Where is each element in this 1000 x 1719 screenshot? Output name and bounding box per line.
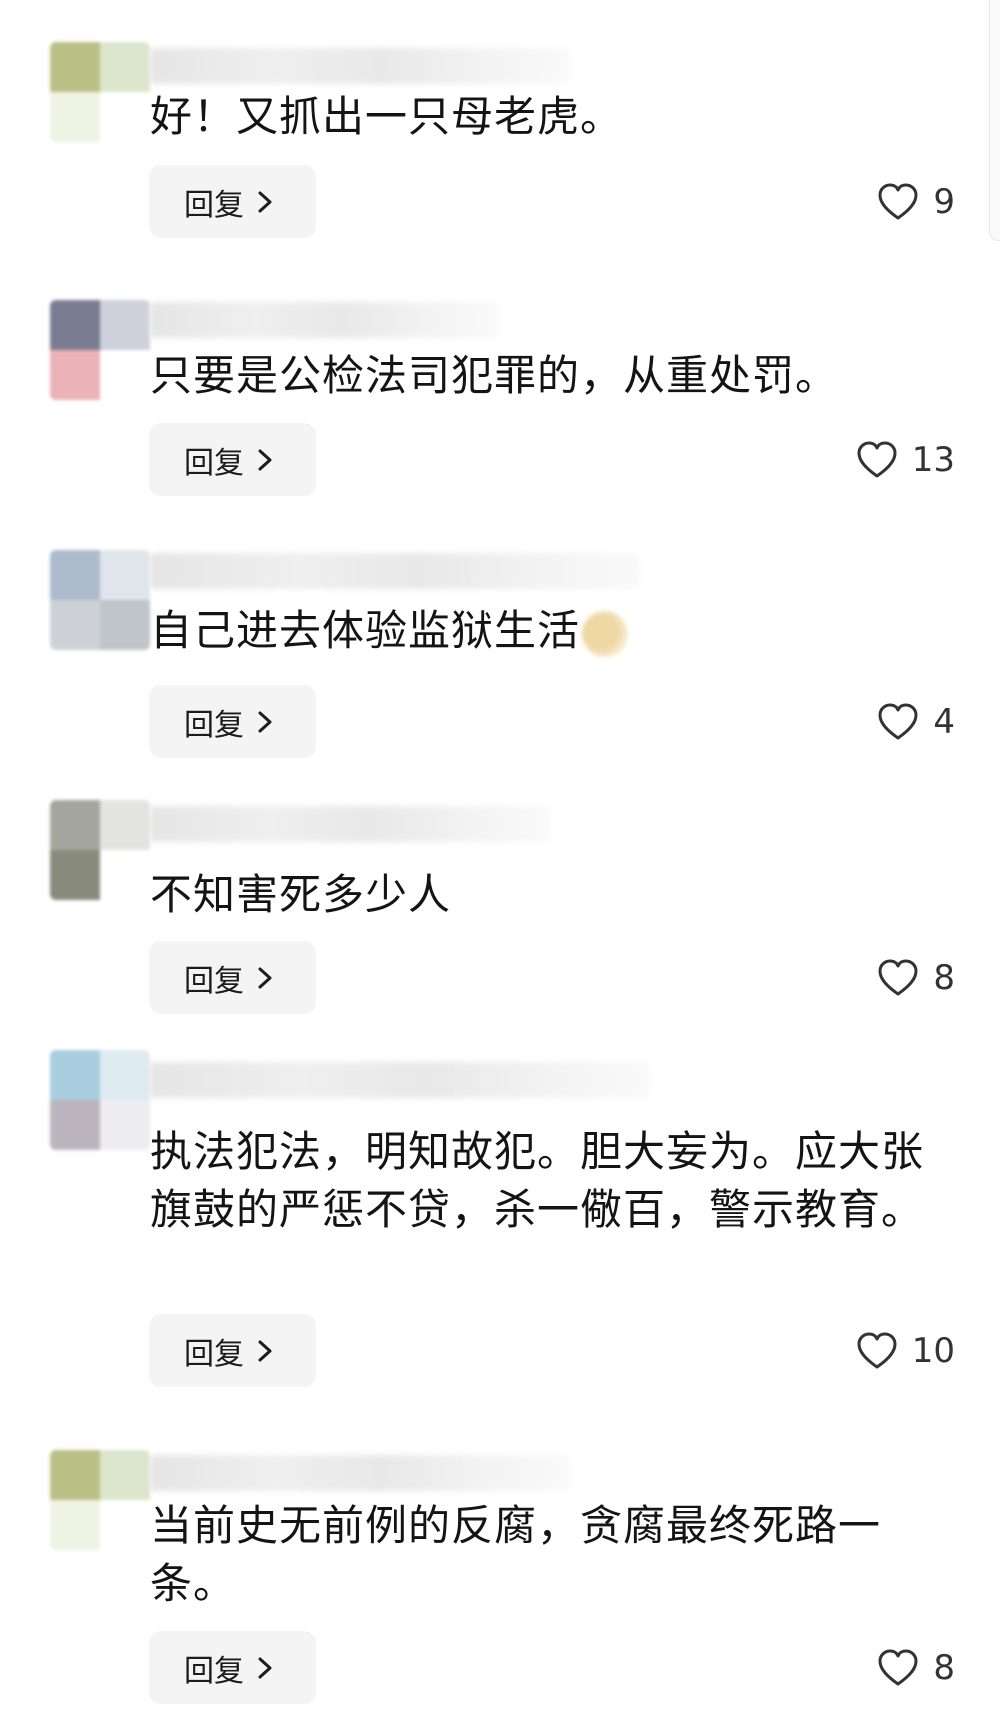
comment-text: 不知害死多少人 — [150, 870, 452, 919]
chevron-right-icon — [258, 191, 272, 212]
reply-button[interactable]: 回复 — [149, 685, 316, 758]
reply-label: 回复 — [184, 963, 244, 999]
like-button[interactable]: 8 — [877, 941, 955, 1014]
reply-label: 回复 — [184, 445, 244, 481]
avatar[interactable] — [50, 1050, 150, 1150]
chevron-right-icon — [258, 1657, 272, 1678]
chevron-right-icon — [258, 967, 272, 988]
username-blurred[interactable] — [150, 1455, 570, 1491]
heart-icon — [878, 703, 918, 739]
comment-text: 只要是公检法司犯罪的，从重处罚。 — [150, 351, 839, 400]
username-blurred[interactable] — [150, 553, 640, 589]
like-count: 13 — [911, 439, 955, 480]
comment-text: 执法犯法，明知故犯。胆大妄为。应大张旗鼓的严惩不贷，杀一儆百，警示教育。 — [150, 1127, 925, 1234]
like-button[interactable]: 8 — [877, 1631, 955, 1704]
reply-button[interactable]: 回复 — [149, 165, 316, 238]
reply-button[interactable]: 回复 — [149, 1314, 316, 1387]
reply-button[interactable]: 回复 — [149, 1631, 316, 1704]
comment-text: 自己进去体验监狱生活 — [150, 602, 930, 660]
username-blurred[interactable] — [150, 1062, 650, 1098]
username-blurred[interactable] — [150, 302, 500, 338]
username-blurred[interactable] — [150, 806, 550, 842]
like-count: 8 — [933, 1647, 955, 1688]
emoji-blurred — [582, 610, 629, 657]
reply-label: 回复 — [184, 187, 244, 223]
heart-icon — [878, 183, 918, 219]
like-count: 10 — [911, 1330, 955, 1371]
reply-label: 回复 — [184, 1653, 244, 1689]
reply-button[interactable]: 回复 — [149, 423, 316, 496]
comment-text-body: 自己进去体验监狱生活 — [150, 606, 581, 655]
chevron-right-icon — [258, 449, 272, 470]
like-button[interactable]: 10 — [856, 1314, 955, 1387]
like-button[interactable]: 9 — [877, 165, 955, 238]
reply-button[interactable]: 回复 — [149, 941, 316, 1014]
reply-label: 回复 — [184, 1336, 244, 1372]
avatar[interactable] — [50, 550, 150, 650]
scrollbar[interactable] — [989, 0, 1000, 241]
avatar[interactable] — [50, 42, 150, 142]
avatar[interactable] — [50, 300, 150, 400]
like-button[interactable]: 4 — [877, 685, 955, 758]
like-count: 4 — [933, 701, 955, 742]
username-blurred[interactable] — [150, 48, 570, 84]
heart-icon — [857, 1332, 897, 1368]
like-count: 9 — [933, 181, 955, 222]
comment-text: 好！又抓出一只母老虎。 — [150, 92, 624, 141]
avatar[interactable] — [50, 1450, 150, 1550]
heart-icon — [878, 959, 918, 995]
avatar[interactable] — [50, 800, 150, 900]
comment-text: 当前史无前例的反腐，贪腐最终死路一条。 — [150, 1501, 882, 1608]
chevron-right-icon — [258, 1340, 272, 1361]
reply-label: 回复 — [184, 707, 244, 743]
like-count: 8 — [933, 957, 955, 998]
heart-icon — [878, 1649, 918, 1685]
like-button[interactable]: 13 — [856, 423, 955, 496]
chevron-right-icon — [258, 711, 272, 732]
comment-list-page: 好！又抓出一只母老虎。 回复 9 只要是公检法司犯罪的，从重处罚。 回复 13 — [0, 0, 1000, 1719]
heart-icon — [857, 441, 897, 477]
